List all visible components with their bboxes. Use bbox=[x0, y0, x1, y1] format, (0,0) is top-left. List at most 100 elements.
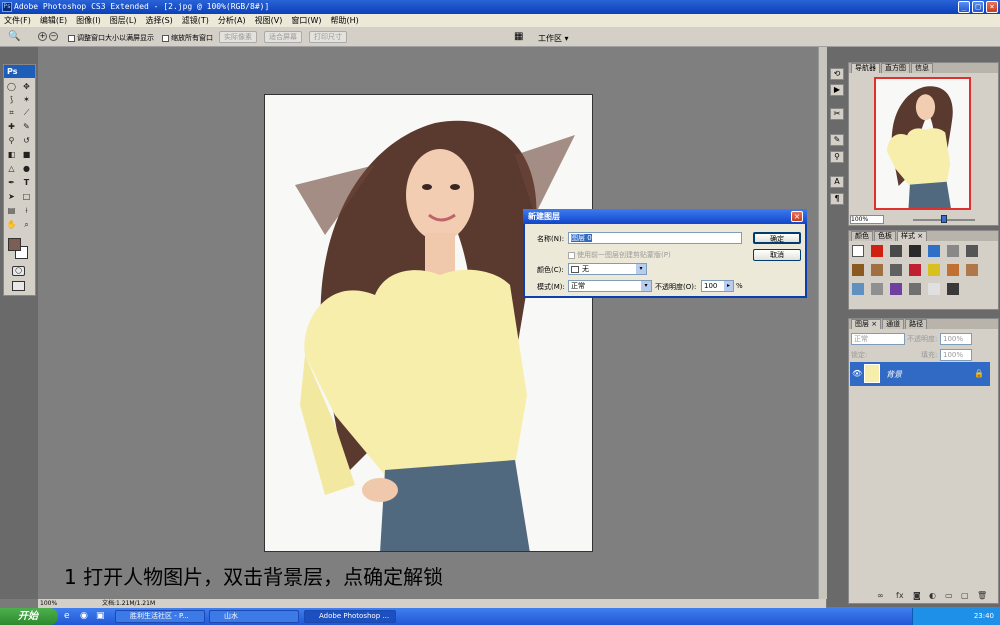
style-swatch[interactable] bbox=[852, 283, 864, 295]
zoom-tool-icon[interactable]: 🔍 bbox=[8, 31, 20, 42]
paragraph-icon[interactable]: ¶ bbox=[830, 193, 844, 205]
style-swatch[interactable] bbox=[852, 264, 864, 276]
opacity-arrow-icon[interactable]: ▸ bbox=[724, 281, 733, 291]
menu-view[interactable]: 视图(V) bbox=[255, 15, 283, 26]
zoom-out-icon[interactable]: − bbox=[49, 32, 58, 41]
adjustment-layer-icon[interactable]: ◐ bbox=[929, 591, 936, 600]
resize-windows-option[interactable]: 调整窗口大小以满屏显示 bbox=[68, 33, 154, 43]
close-button[interactable]: × bbox=[986, 1, 998, 13]
mode-select[interactable]: 正常 ▾ bbox=[568, 280, 652, 292]
tab-swatches[interactable]: 色板 bbox=[874, 231, 896, 241]
tab-info[interactable]: 信息 bbox=[911, 63, 933, 73]
clip-mask-checkbox[interactable] bbox=[568, 251, 575, 259]
style-swatch[interactable] bbox=[890, 264, 902, 276]
fit-screen-button[interactable]: 适合屏幕 bbox=[264, 31, 302, 43]
delete-layer-icon[interactable]: 🗑 bbox=[977, 591, 987, 600]
menu-select[interactable]: 选择(S) bbox=[145, 15, 172, 26]
maximize-button[interactable]: □ bbox=[972, 1, 984, 13]
workspace-menu[interactable]: 工作区 ▾ bbox=[538, 33, 569, 44]
type-tool-icon[interactable]: T bbox=[21, 178, 32, 188]
fill-field[interactable]: 100% bbox=[940, 349, 972, 361]
layer-mask-icon[interactable]: ◙ bbox=[913, 591, 921, 600]
layer-name-input[interactable]: 图层 0 bbox=[568, 232, 742, 244]
style-none[interactable] bbox=[852, 245, 864, 257]
document-image[interactable] bbox=[264, 94, 593, 552]
style-swatch[interactable] bbox=[928, 264, 940, 276]
menu-filter[interactable]: 滤镜(T) bbox=[182, 15, 209, 26]
navigator-slider-thumb[interactable] bbox=[941, 215, 947, 223]
menu-layer[interactable]: 图层(L) bbox=[110, 15, 137, 26]
zoom-all-checkbox[interactable] bbox=[162, 34, 169, 42]
task-photoshop[interactable]: Adobe Photoshop ... bbox=[304, 610, 396, 623]
eraser-tool-icon[interactable]: ◧ bbox=[6, 150, 17, 160]
menu-file[interactable]: 文件(F) bbox=[4, 15, 31, 26]
style-swatch[interactable] bbox=[871, 264, 883, 276]
color-dropdown-chevron-icon[interactable]: ▾ bbox=[636, 264, 646, 274]
history-brush-icon[interactable]: ↺ bbox=[21, 136, 32, 146]
opacity-input[interactable]: 100 ▸ bbox=[701, 280, 734, 292]
slice-tool-icon[interactable]: ⟋ bbox=[21, 108, 32, 118]
lasso-tool-icon[interactable]: ⟆ bbox=[6, 95, 17, 105]
zoom-tool-icon-2[interactable]: ⌕ bbox=[21, 220, 32, 230]
tab-styles[interactable]: 样式 × bbox=[897, 231, 928, 241]
style-swatch[interactable] bbox=[947, 283, 959, 295]
task-browser[interactable]: 胜利生活社区 - P... bbox=[115, 610, 205, 623]
layer-link-icon[interactable]: ∞ bbox=[877, 591, 884, 600]
style-swatch[interactable] bbox=[947, 245, 959, 257]
shape-tool-icon[interactable]: □ bbox=[21, 192, 32, 202]
tab-navigator[interactable]: 导航器 bbox=[851, 63, 880, 73]
tab-channels[interactable]: 通道 bbox=[882, 319, 905, 329]
layer-fx-icon[interactable]: fx bbox=[896, 591, 904, 600]
blend-mode-select[interactable]: 正常 bbox=[851, 333, 905, 345]
resize-windows-checkbox[interactable] bbox=[68, 34, 75, 42]
dodge-tool-icon[interactable]: ● bbox=[21, 164, 32, 174]
layer-row-background[interactable]: 👁 背景 🔒 bbox=[850, 362, 990, 386]
brushes-icon[interactable]: ✎ bbox=[830, 134, 844, 146]
layer-visibility-eye-icon[interactable]: 👁 bbox=[852, 369, 862, 378]
style-swatch[interactable] bbox=[909, 245, 921, 257]
style-swatch[interactable] bbox=[871, 245, 883, 257]
style-swatch[interactable] bbox=[947, 264, 959, 276]
gradient-tool-icon[interactable]: ■ bbox=[21, 150, 32, 160]
zoom-in-icon[interactable]: + bbox=[38, 32, 47, 41]
show-desktop-icon[interactable]: ▣ bbox=[96, 611, 105, 621]
style-swatch[interactable] bbox=[928, 283, 940, 295]
crop-tool-icon[interactable]: ⌗ bbox=[6, 108, 17, 118]
minimize-button[interactable]: _ bbox=[958, 1, 970, 13]
tool-presets-icon[interactable]: ✂ bbox=[830, 108, 844, 120]
zoom-all-option[interactable]: 缩放所有窗口 bbox=[162, 33, 213, 43]
notes-tool-icon[interactable]: ▤ bbox=[6, 206, 17, 216]
menu-window[interactable]: 窗口(W) bbox=[291, 15, 321, 26]
tab-color[interactable]: 颜色 bbox=[851, 231, 873, 241]
magic-wand-icon[interactable]: ✶ bbox=[21, 95, 32, 105]
screen-mode-icon[interactable] bbox=[12, 281, 25, 291]
vertical-scrollbar[interactable] bbox=[818, 47, 827, 599]
dialog-close-button[interactable]: × bbox=[791, 211, 803, 222]
ok-button[interactable]: 确定 bbox=[753, 232, 801, 244]
style-swatch[interactable] bbox=[909, 283, 921, 295]
style-swatch[interactable] bbox=[909, 264, 921, 276]
tab-histogram[interactable]: 直方图 bbox=[881, 63, 910, 73]
style-swatch[interactable] bbox=[890, 283, 902, 295]
tab-layers[interactable]: 图层 × bbox=[851, 319, 882, 329]
task-shanshui[interactable]: 山水 bbox=[209, 610, 299, 623]
actual-pixels-button[interactable]: 实际像素 bbox=[219, 31, 257, 43]
mode-dropdown-chevron-icon[interactable]: ▾ bbox=[641, 281, 651, 291]
pen-tool-icon[interactable]: ✒ bbox=[6, 178, 17, 188]
eyedropper-icon[interactable]: ⟊ bbox=[21, 206, 32, 216]
color-select[interactable]: 无 ▾ bbox=[568, 263, 647, 275]
layer-opacity-field[interactable]: 100% bbox=[940, 333, 972, 345]
style-swatch[interactable] bbox=[966, 264, 978, 276]
quick-mask-icon[interactable]: ◯ bbox=[12, 266, 25, 276]
menu-help[interactable]: 帮助(H) bbox=[331, 15, 359, 26]
style-swatch[interactable] bbox=[890, 245, 902, 257]
hand-tool-icon[interactable]: ✋ bbox=[6, 220, 17, 230]
ie-quicklaunch-icon[interactable]: e bbox=[64, 611, 70, 621]
path-select-icon[interactable]: ➤ bbox=[6, 192, 17, 202]
start-button[interactable]: 开始 bbox=[0, 608, 58, 625]
print-size-button[interactable]: 打印尺寸 bbox=[309, 31, 347, 43]
navigator-preview[interactable] bbox=[874, 77, 971, 210]
brush-tool-icon[interactable]: ✎ bbox=[21, 122, 32, 132]
clock[interactable]: 23:40 bbox=[974, 612, 994, 620]
blur-tool-icon[interactable]: △ bbox=[6, 164, 17, 174]
